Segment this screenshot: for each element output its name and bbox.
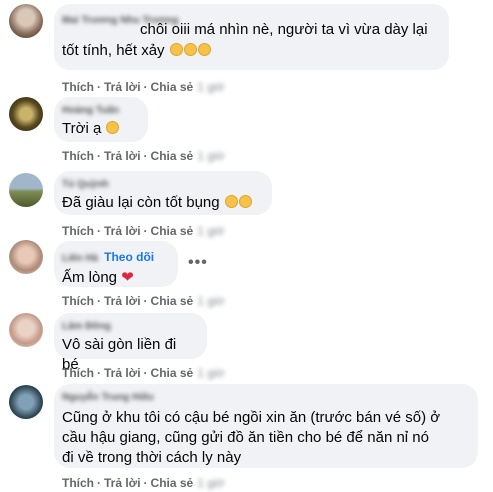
like-button[interactable]: Thích bbox=[62, 80, 94, 94]
comment-bubble: Nguyễn Trung Hiếu Cũng ở khu tôi có cậu … bbox=[54, 384, 478, 468]
separator: · bbox=[143, 80, 148, 94]
like-button[interactable]: Thích bbox=[62, 476, 94, 490]
separator: · bbox=[97, 149, 101, 163]
avatar[interactable] bbox=[9, 385, 43, 419]
comment-text: tốt tính, hết xảy bbox=[62, 42, 165, 59]
timestamp[interactable]: 1 giờ bbox=[197, 294, 224, 308]
comment-text: Trời ạ bbox=[62, 120, 102, 137]
separator: · bbox=[143, 224, 148, 238]
comment-text: cầu hậu giang, cũng gửi đồ ăn tiền cho b… bbox=[62, 429, 429, 446]
follow-button[interactable]: Theo dõi bbox=[104, 250, 154, 264]
more-options-icon[interactable]: ••• bbox=[188, 254, 208, 272]
reply-button[interactable]: Trả lời bbox=[104, 294, 141, 308]
separator: · bbox=[143, 366, 148, 380]
comment-text: đi về trong thời cách ly này bbox=[62, 449, 242, 466]
comment-text: Ấm lòng bbox=[62, 269, 118, 286]
timestamp[interactable]: 1 giờ bbox=[197, 366, 224, 380]
comment-actions: Thích · Trả lời · Chia sẻ 1 giờ bbox=[62, 80, 224, 94]
comment-author[interactable]: Tú Quỳnh bbox=[62, 178, 262, 191]
separator: · bbox=[143, 476, 148, 490]
avatar[interactable] bbox=[9, 240, 43, 274]
separator: · bbox=[97, 366, 101, 380]
separator: · bbox=[97, 80, 101, 94]
comment-actions: Thích · Trả lời · Chia sẻ 1 giờ bbox=[62, 149, 224, 163]
comment-bubble: Liên Hà Theo dõi Ấm lòng ❤ bbox=[54, 241, 178, 287]
like-button[interactable]: Thích bbox=[62, 294, 94, 308]
red-heart-icon: ❤ bbox=[121, 269, 134, 286]
comment-author[interactable]: Hoàng Tuấn bbox=[62, 104, 138, 117]
share-button[interactable]: Chia sẻ bbox=[151, 476, 194, 490]
separator: · bbox=[97, 224, 101, 238]
like-button[interactable]: Thích bbox=[62, 149, 94, 163]
laughing-emoji-icon bbox=[224, 195, 238, 208]
laughing-emoji-icon bbox=[183, 43, 197, 56]
avatar[interactable] bbox=[9, 4, 43, 38]
comment-author[interactable]: Liên Hà bbox=[62, 252, 98, 265]
comment-author[interactable]: Lâm Đông bbox=[62, 320, 197, 333]
share-button[interactable]: Chia sẻ bbox=[151, 149, 194, 163]
reply-button[interactable]: Trả lời bbox=[104, 80, 141, 94]
share-button[interactable]: Chia sẻ bbox=[151, 80, 194, 94]
reply-button[interactable]: Trả lời bbox=[104, 224, 141, 238]
share-button[interactable]: Chia sẻ bbox=[151, 224, 194, 238]
separator: · bbox=[143, 149, 148, 163]
comment-bubble: Hoàng Tuấn Trời ạ bbox=[54, 97, 148, 142]
timestamp[interactable]: 1 giờ bbox=[197, 224, 224, 238]
separator: · bbox=[97, 476, 101, 490]
timestamp[interactable]: 1 giờ bbox=[197, 80, 224, 94]
comment-bubble: Mai Trương Nhu Trương chôi oiii má nhìn … bbox=[54, 4, 449, 70]
timestamp[interactable]: 1 giờ bbox=[197, 149, 224, 163]
share-button[interactable]: Chia sẻ bbox=[151, 294, 194, 308]
avatar[interactable] bbox=[9, 173, 43, 207]
avatar[interactable] bbox=[9, 97, 43, 131]
like-button[interactable]: Thích bbox=[62, 224, 94, 238]
avatar[interactable] bbox=[9, 313, 43, 347]
laughing-emoji-icon bbox=[238, 195, 252, 208]
share-button[interactable]: Chia sẻ bbox=[151, 366, 194, 380]
comment-author[interactable]: Nguyễn Trung Hiếu bbox=[62, 391, 468, 404]
comment-text: Đã giàu lại còn tốt bụng bbox=[62, 194, 220, 211]
comment-actions: Thích · Trả lời · Chia sẻ 1 giờ bbox=[62, 366, 224, 380]
comment-actions: Thích · Trả lời · Chia sẻ 1 giờ bbox=[62, 476, 224, 490]
laughing-emoji-icon bbox=[197, 43, 211, 56]
comment-bubble: Lâm Đông Vô sài gòn liền đi bé bbox=[54, 313, 207, 373]
comment-text: Cũng ở khu tôi có cậu bé ngồi xin ăn (tr… bbox=[62, 409, 441, 426]
comment-actions: Thích · Trả lời · Chia sẻ 1 giờ bbox=[62, 224, 224, 238]
comment-text: chôi oiii má nhìn nè, người ta vì vừa dà… bbox=[140, 21, 428, 38]
like-button[interactable]: Thích bbox=[62, 366, 94, 380]
reply-button[interactable]: Trả lời bbox=[104, 366, 141, 380]
separator: · bbox=[143, 294, 148, 308]
reply-button[interactable]: Trả lời bbox=[104, 476, 141, 490]
reply-button[interactable]: Trả lời bbox=[104, 149, 141, 163]
comment-bubble: Tú Quỳnh Đã giàu lại còn tốt bụng bbox=[54, 171, 272, 215]
pleading-face-emoji-icon bbox=[106, 121, 120, 134]
laughing-emoji-icon bbox=[169, 43, 183, 56]
timestamp[interactable]: 1 giờ bbox=[197, 476, 224, 490]
separator: · bbox=[97, 294, 101, 308]
comment-actions: Thích · Trả lời · Chia sẻ 1 giờ bbox=[62, 294, 224, 308]
